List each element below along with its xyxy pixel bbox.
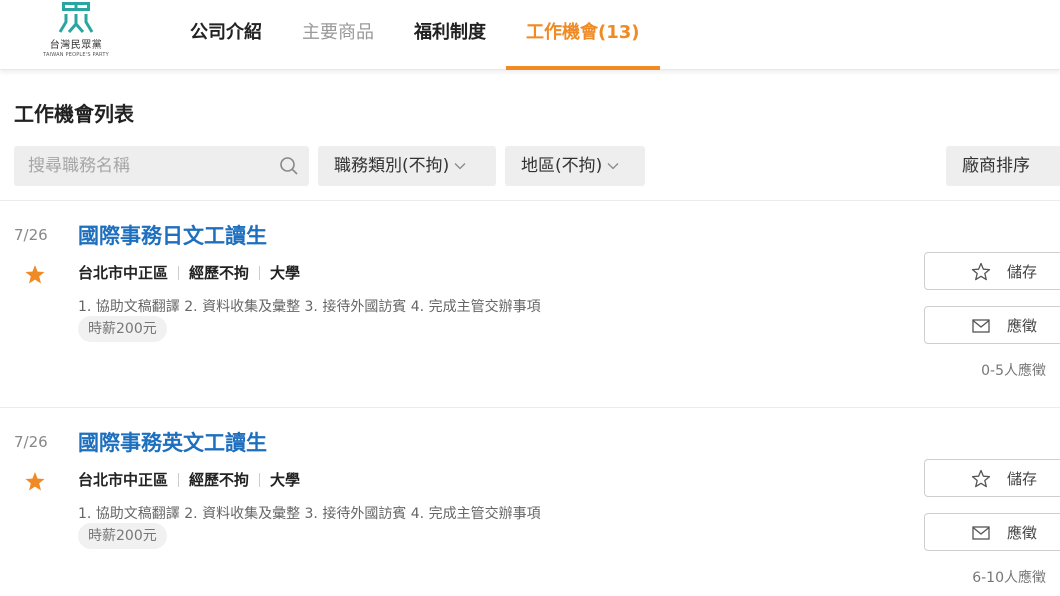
job-experience: 經歷不拘 [189, 471, 250, 489]
apply-job-button[interactable]: 應徵 [924, 306, 1060, 344]
job-pay-tag: 時薪200元 [78, 523, 167, 549]
job-title-link[interactable]: 國際事務日文工讀生 [78, 220, 267, 250]
logo-party-english: TAIWAN PEOPLE'S PARTY [43, 52, 109, 58]
job-listing: 7/26 國際事務日文工讀生 台北市中正區 經歷不拘 大學 1. 協助文稿翻譯 … [0, 200, 1060, 400]
search-icon[interactable] [279, 156, 299, 176]
logo-mark-icon [58, 2, 94, 33]
nav-tab-benefits[interactable]: 福利制度 [394, 0, 506, 70]
chevron-down-icon [607, 163, 619, 170]
job-location: 台北市中正區 [78, 471, 169, 489]
main-nav: 公司介紹 主要商品 福利制度 工作機會(13) [170, 0, 660, 70]
meta-separator [259, 265, 261, 280]
job-post-date: 7/26 [14, 226, 48, 244]
page-title: 工作機會列表 [14, 102, 134, 126]
featured-badge-icon [25, 265, 45, 284]
job-post-date: 7/26 [14, 433, 48, 451]
save-job-button[interactable]: 儲存 [924, 459, 1060, 497]
star-icon [971, 262, 991, 281]
chevron-down-icon [454, 163, 466, 170]
featured-badge-icon [25, 472, 45, 491]
nav-tab-jobs[interactable]: 工作機會(13) [506, 0, 660, 70]
save-button-label: 儲存 [1007, 469, 1038, 488]
applicant-count: 6-10人應徵 [972, 570, 1046, 586]
save-button-label: 儲存 [1007, 262, 1038, 281]
search-box [14, 146, 309, 186]
job-experience: 經歷不拘 [189, 264, 250, 282]
job-education: 大學 [270, 264, 301, 282]
sort-label: 廠商排序 [962, 156, 1030, 176]
job-title-link[interactable]: 國際事務英文工讀生 [78, 427, 267, 457]
mail-icon [972, 526, 990, 540]
nav-tab-products[interactable]: 主要商品 [282, 0, 394, 70]
mail-icon [972, 319, 990, 333]
applicant-count: 0-5人應徵 [981, 363, 1046, 379]
job-education: 大學 [270, 471, 301, 489]
category-filter-label: 職務類別(不拘) [334, 156, 450, 176]
apply-button-label: 應徵 [1007, 316, 1038, 335]
region-filter-label: 地區(不拘) [521, 156, 603, 176]
logo-party-name: 台灣民眾黨 [49, 40, 103, 51]
apply-button-label: 應徵 [1007, 523, 1038, 542]
star-icon [971, 469, 991, 488]
meta-separator [178, 472, 180, 487]
meta-separator [259, 472, 261, 487]
job-description: 1. 協助文稿翻譯 2. 資料收集及彙整 3. 接待外國訪賓 4. 完成主管交辦… [78, 299, 541, 315]
nav-tab-company[interactable]: 公司介紹 [170, 0, 282, 70]
party-logo[interactable]: 台灣民眾黨 TAIWAN PEOPLE'S PARTY [38, 0, 114, 66]
save-job-button[interactable]: 儲存 [924, 252, 1060, 290]
region-filter-dropdown[interactable]: 地區(不拘) [505, 146, 645, 186]
sort-dropdown[interactable]: 廠商排序 [946, 146, 1060, 186]
job-location: 台北市中正區 [78, 264, 169, 282]
job-meta: 台北市中正區 經歷不拘 大學 [78, 262, 300, 283]
meta-separator [178, 265, 180, 280]
apply-job-button[interactable]: 應徵 [924, 513, 1060, 551]
job-description: 1. 協助文稿翻譯 2. 資料收集及彙整 3. 接待外國訪賓 4. 完成主管交辦… [78, 506, 541, 522]
job-listing: 7/26 國際事務英文工讀生 台北市中正區 經歷不拘 大學 1. 協助文稿翻譯 … [0, 407, 1060, 596]
top-header: 台灣民眾黨 TAIWAN PEOPLE'S PARTY 公司介紹 主要商品 福利… [0, 0, 1060, 70]
job-meta: 台北市中正區 經歷不拘 大學 [78, 469, 300, 490]
category-filter-dropdown[interactable]: 職務類別(不拘) [318, 146, 496, 186]
search-input[interactable] [28, 146, 278, 186]
job-pay-tag: 時薪200元 [78, 316, 167, 342]
